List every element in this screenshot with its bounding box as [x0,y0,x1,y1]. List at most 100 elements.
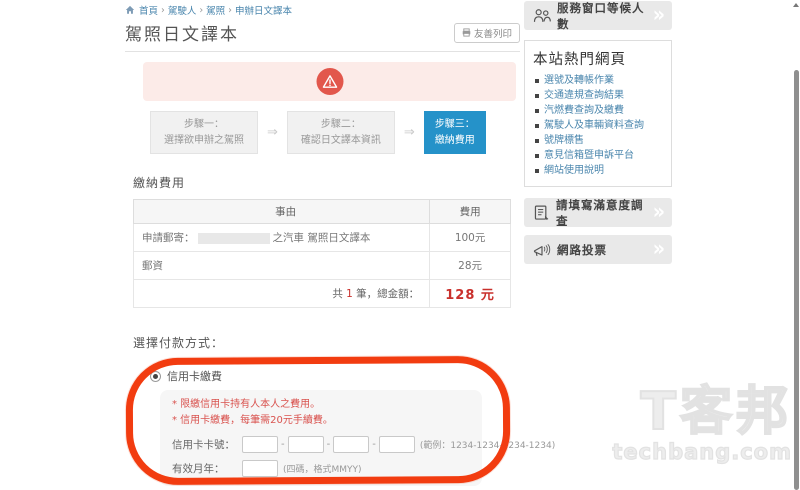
total-amount: 128 元 [445,288,495,303]
hot-link-fuel-fee[interactable]: 汽燃費查詢及繳費 [544,104,624,117]
credit-card-option-row[interactable]: 信用卡繳費 [125,357,520,384]
step-2-label: 確認日文譯本資訊 [300,134,381,146]
list-item: 汽燃費查詢及繳費 [533,104,663,117]
fee-table-header-row: 事由 費用 [132,199,511,224]
card-number-input-2[interactable] [287,436,324,453]
scrollbar-thumb[interactable] [794,70,799,490]
list-item: 選號及轉帳作業 [533,74,663,87]
payment-section-title: 選擇付款方式： [133,336,225,350]
list-item: 網站使用說明 [533,164,663,177]
bullet-icon [535,153,539,158]
credit-card-note-2: * 信用卡繳費，每筆需20元手續費。 [172,415,333,426]
list-item: 意見信箱暨申訴平台 [533,149,663,162]
online-vote-label: 網路投票 [557,242,607,257]
card-number-row: 信用卡卡號： - - - (範例：1234-1234-1234-1234) [172,436,555,453]
chevron-right-icon: » [652,199,665,225]
service-queue-button[interactable]: 服務窗口等候人數 » [524,1,672,31]
fee-header-reason: 事由 [132,199,431,224]
card-number-input-3[interactable] [333,436,370,453]
page-title: 駕照日文譯本 [125,25,239,45]
people-icon [533,8,551,22]
table-row: 郵資 28元 [132,251,511,280]
fee-row2-amount: 28元 [429,251,511,280]
total-label-prefix: 共 [332,288,347,300]
breadcrumb-driver[interactable]: 駕駛人 [168,3,197,17]
hot-link-feedback-platform[interactable]: 意見信箱暨申訴平台 [544,149,634,162]
scrollbar-track[interactable] [792,0,800,490]
friendly-print-button[interactable]: 友善列印 [453,22,520,43]
breadcrumb: 首頁 › 駕駛人 › 駕照 › 申辦日文譯本 [125,0,520,17]
step-1-label: 選擇欲申辦之駕照 [164,134,244,146]
bullet-icon [535,123,539,128]
payment-options: 信用卡繳費 * 限繳信用卡持有人本人之費用。 * 信用卡繳費，每筆需20元手續費… [125,355,555,490]
step-3-number: 步驟三： [434,119,475,130]
expiry-hint: (四碼，格式MMYY) [283,465,362,475]
online-vote-button[interactable]: 網路投票 » [524,235,672,264]
chevron-right-icon: » [652,2,665,28]
hot-pages-list: 選號及轉帳作業 交通違規查詢結果 汽燃費查詢及繳費 駕駛人及車輛資料查詢 號牌標… [533,74,663,177]
survey-clipboard-icon [534,204,549,220]
scrollbar-up-arrow-icon[interactable] [793,3,799,7]
credit-card-radio-selected[interactable] [150,370,161,382]
warning-alert [143,62,516,101]
hot-link-violation-query[interactable]: 交通違規查詢結果 [544,89,624,102]
card-number-dash: - [372,439,376,450]
expiry-label: 有效月年： [172,463,225,475]
step-arrow-icon: ⇒ [403,125,415,140]
step-arrow-icon: ⇒ [267,125,278,140]
card-number-input-4[interactable] [378,436,415,453]
hot-link-site-help[interactable]: 網站使用說明 [544,164,604,177]
fee-row1-amount: 100元 [429,223,511,252]
survey-label: 請填寫滿意度調查 [556,197,644,228]
step-3-label: 繳納費用 [434,134,475,146]
megaphone-icon [533,243,551,256]
step-2-number: 步驟二： [320,119,361,130]
bullet-icon [535,93,539,98]
chevron-right-icon: » [652,236,665,262]
fee-row1-suffix: 之汽車 駕照日文譯本 [272,232,371,244]
survey-button[interactable]: 請填寫滿意度調查 » [524,197,672,228]
step-2-confirm-info: 步驟二： 確認日文譯本資訊 [286,111,395,154]
sidebar: 服務窗口等候人數 » 本站熱門網頁 選號及轉帳作業 交通違規查詢結果 汽燃費查詢… [524,1,672,264]
total-count: 1 [346,288,353,300]
bullet-icon [535,138,539,143]
breadcrumb-license[interactable]: 駕照 [206,3,225,17]
fee-section-title: 繳納費用 [133,176,186,190]
fee-table: 事由 費用 申請郵寄： 之汽車 駕照日文譯本 100元 郵資 28元 共 1 筆，… [132,199,511,308]
card-number-input-1[interactable] [242,436,278,453]
card-number-hint: (範例：1234-1234-1234-1234) [419,441,556,451]
hot-link-plate-number[interactable]: 選號及轉帳作業 [544,74,614,87]
credit-card-note-1: * 限繳信用卡持有人本人之費用。 [172,399,321,410]
fee-row1-prefix: 申請郵寄： [142,232,195,244]
hot-link-plate-auction[interactable]: 號牌標售 [544,134,584,147]
step-1-select-license: 步驟一： 選擇欲申辦之駕照 [150,111,258,154]
title-row: 駕照日文譯本 友善列印 [125,20,520,52]
techbang-logo: T客邦 [640,382,792,442]
warning-triangle-icon [322,75,337,88]
expiry-input[interactable] [242,460,278,477]
main-column: 首頁 › 駕駛人 › 駕照 › 申辦日文譯本 駕照日文譯本 友善列印 步驟一： … [125,0,555,490]
breadcrumb-separator: › [228,4,232,16]
breadcrumb-separator: › [161,4,165,16]
list-item: 號牌標售 [533,134,663,147]
bullet-icon [535,78,539,83]
breadcrumb-separator: › [199,4,204,16]
warning-badge [316,68,343,95]
credit-card-option-label: 信用卡繳費 [167,370,222,383]
card-number-dash: - [281,439,285,450]
step-3-pay-fee-active: 步驟三： 繳納費用 [423,111,486,154]
breadcrumb-current: 申辦日文譯本 [234,6,292,17]
printer-icon [462,28,471,37]
bullet-icon [535,108,539,113]
hot-pages-title: 本站熱門網頁 [533,52,626,68]
card-number-label: 信用卡卡號： [172,439,235,451]
fee-row2-item: 郵資 [132,251,431,280]
redacted-personal-info [197,232,270,244]
techbang-watermark: T客邦 techbang.com [612,382,792,465]
breadcrumb-home[interactable]: 首頁 [139,3,158,17]
card-number-dash: - [326,439,331,450]
credit-card-panel: * 限繳信用卡持有人本人之費用。 * 信用卡繳費，每筆需20元手續費。 信用卡卡… [160,390,555,486]
step-1-number: 步驟一： [184,119,224,130]
hot-link-driver-vehicle-data[interactable]: 駕駛人及車輛資料查詢 [544,119,644,132]
wizard-steps: 步驟一： 選擇欲申辦之駕照 ⇒ 步驟二： 確認日文譯本資訊 ⇒ 步驟三： 繳納費… [150,111,520,154]
